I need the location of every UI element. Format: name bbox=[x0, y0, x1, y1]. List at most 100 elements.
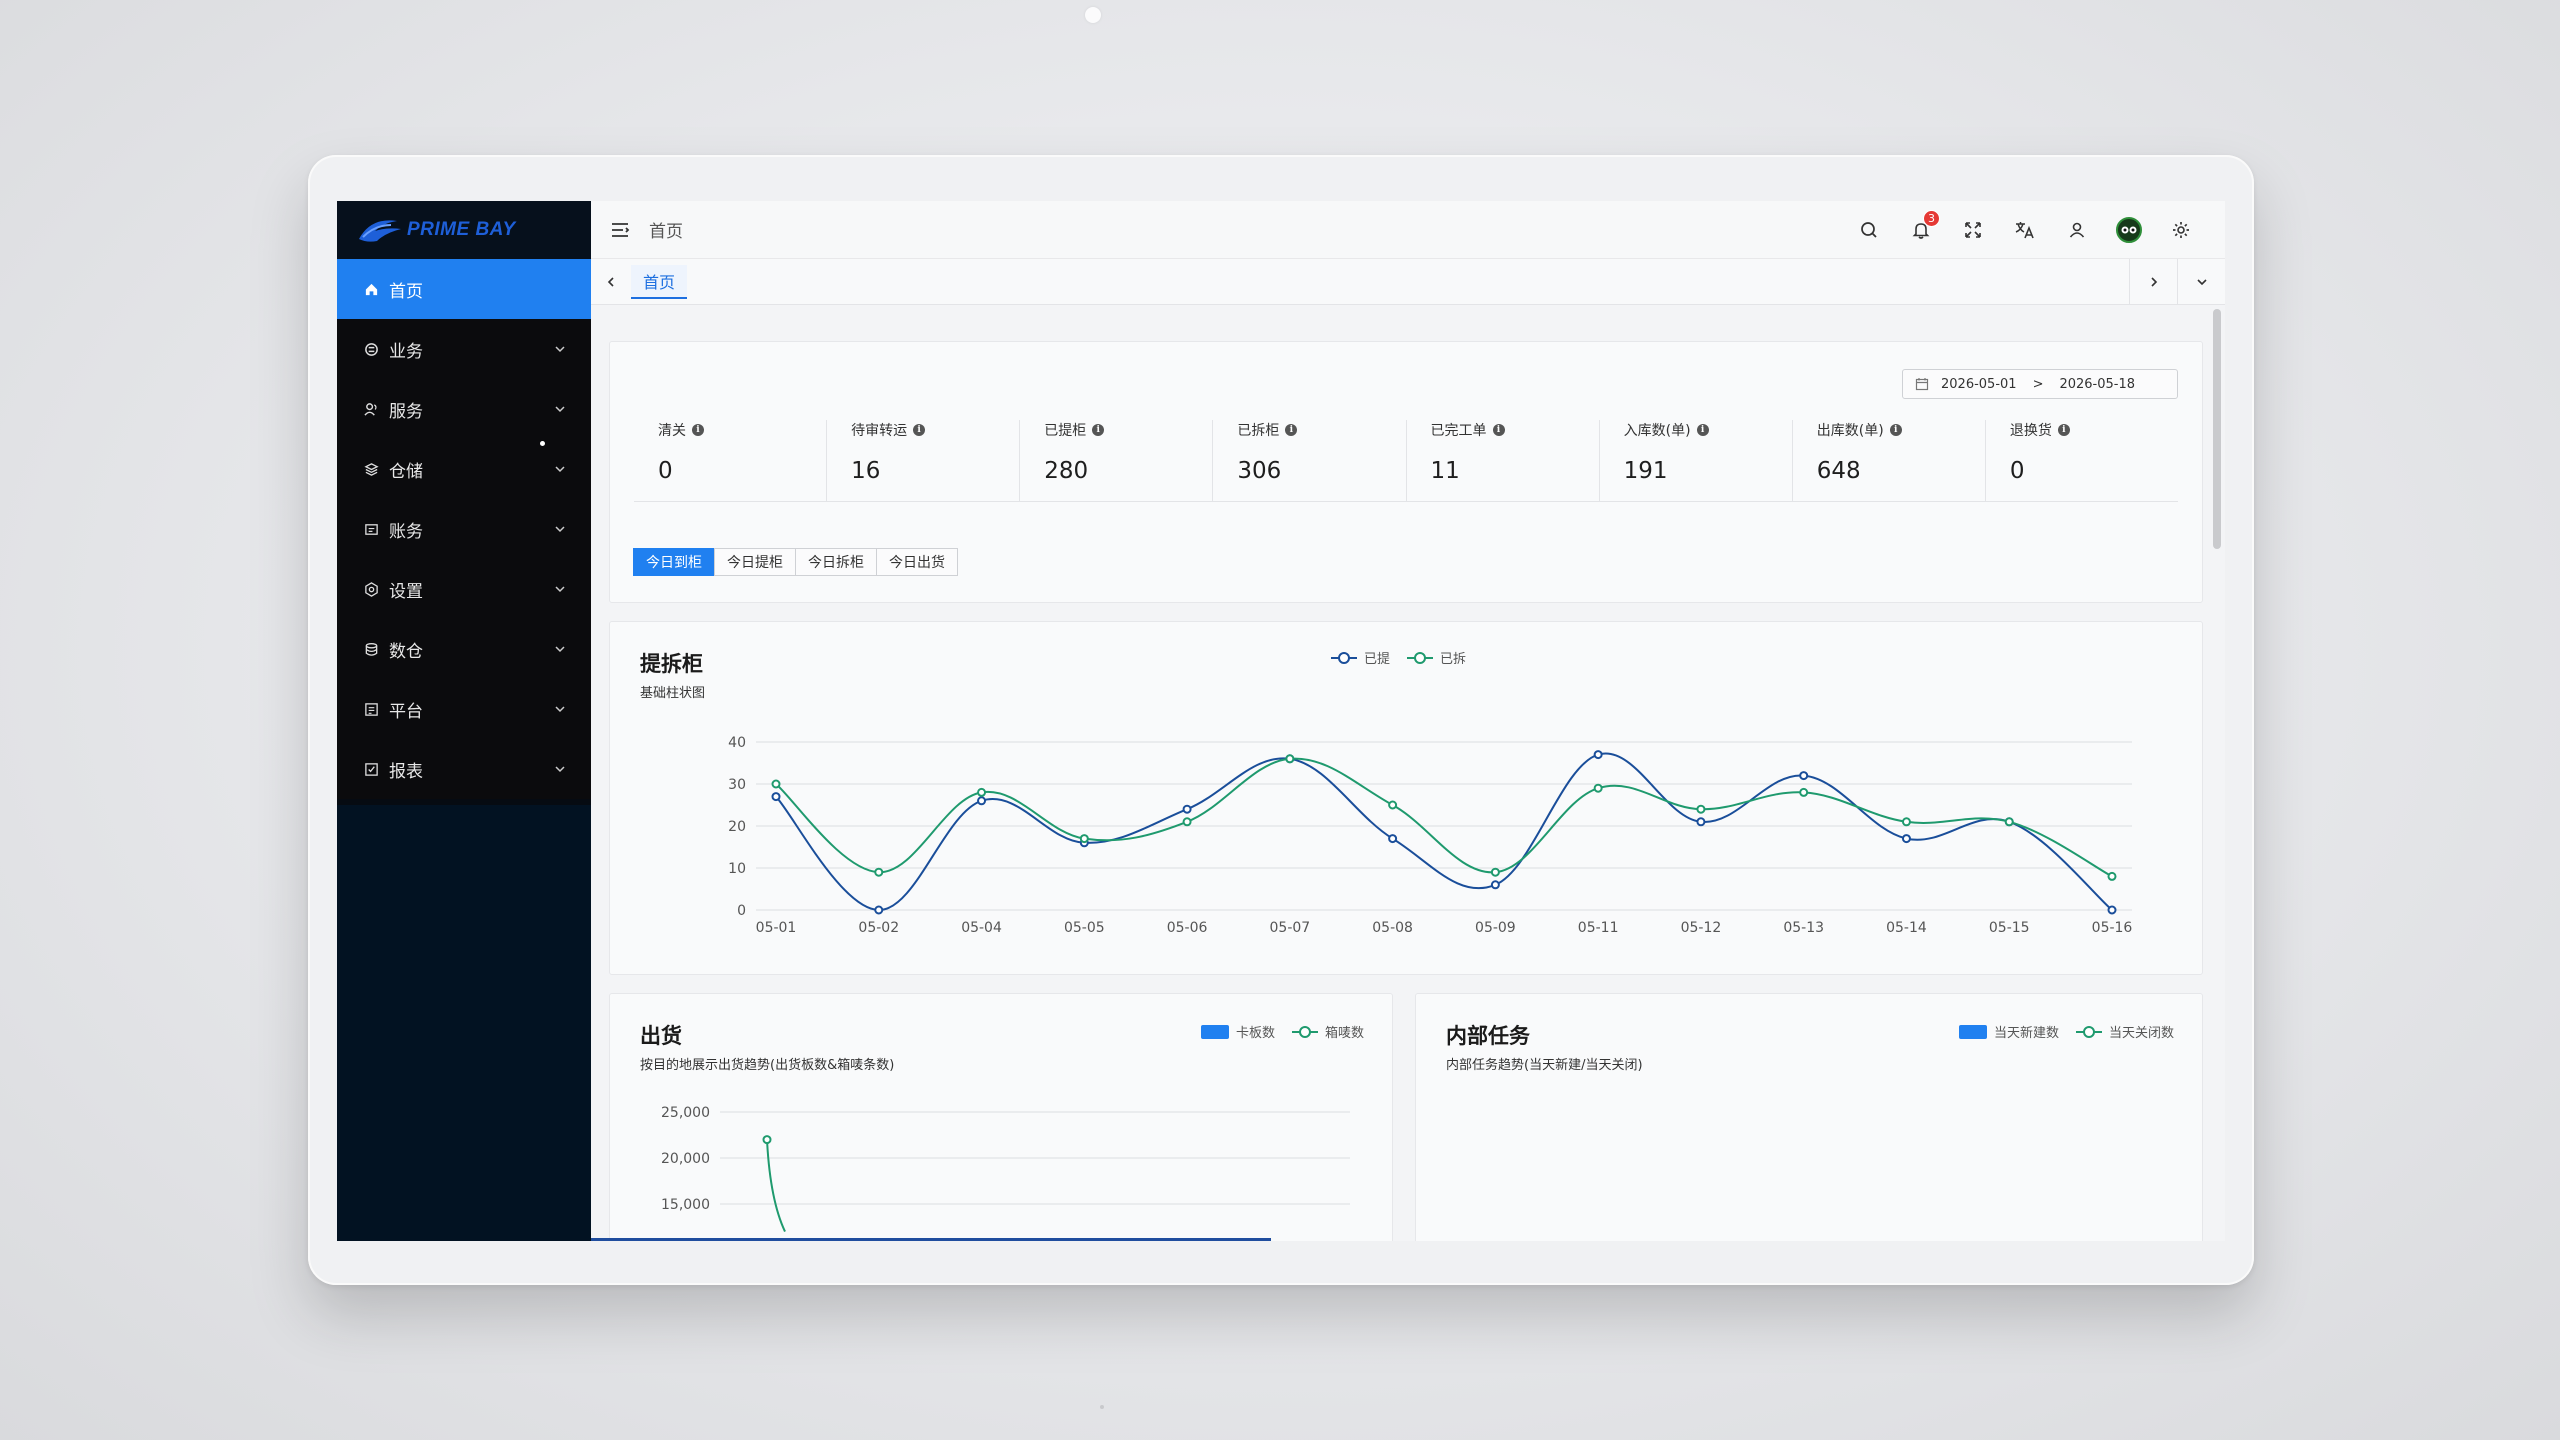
info-icon[interactable]: i bbox=[1492, 424, 1505, 436]
home-icon bbox=[363, 281, 379, 297]
data-point bbox=[874, 905, 884, 915]
data-point bbox=[1490, 880, 1500, 890]
menu-toggle-icon[interactable] bbox=[609, 219, 631, 241]
today-shipment-button[interactable]: 今日出货 bbox=[876, 548, 958, 576]
y-tick-label: 10 bbox=[728, 861, 746, 877]
stat-label: 待审转运 bbox=[851, 423, 908, 439]
settings-button[interactable] bbox=[2155, 220, 2207, 240]
sidebar-item-accounts[interactable]: 账务 bbox=[337, 499, 591, 559]
notifications-button[interactable]: 3 bbox=[1895, 209, 1947, 240]
tab-home[interactable]: 首页 bbox=[631, 264, 688, 299]
sidebar-item-label: 账务 bbox=[389, 521, 423, 542]
data-point bbox=[1593, 783, 1603, 793]
stat-value: 280 bbox=[1044, 458, 1089, 484]
info-icon[interactable]: i bbox=[1092, 424, 1105, 436]
series-line-已拆 bbox=[775, 757, 2113, 878]
user-button[interactable] bbox=[2051, 220, 2103, 240]
tabs-next-button[interactable] bbox=[2129, 259, 2177, 305]
data-point bbox=[1182, 817, 1192, 827]
search-button[interactable] bbox=[1843, 220, 1895, 240]
info-icon[interactable]: i bbox=[1889, 424, 1902, 436]
chart-subtitle: 内部任务趋势(当天新建/当天关闭) bbox=[1446, 1058, 1643, 1073]
sidebar-item-home[interactable]: 首页 bbox=[337, 259, 591, 319]
internal-tasks-chart-card: 内部任务 内部任务趋势(当天新建/当天关闭) 当天新建数 当天关闭数 bbox=[1415, 993, 2203, 1241]
gear-icon bbox=[2173, 221, 2189, 238]
chevron-down-icon bbox=[555, 466, 565, 473]
topbar-icons: 3 bbox=[1843, 209, 2207, 243]
today-arrival-button[interactable]: 今日到柜 bbox=[633, 548, 715, 576]
users-icon bbox=[363, 401, 379, 417]
tabs-menu-button[interactable] bbox=[2177, 259, 2225, 305]
today-filter-group: 今日到柜 今日提柜 今日拆柜 今日出货 bbox=[633, 548, 958, 576]
stat-label: 已完工单 bbox=[1430, 423, 1487, 439]
legend-bar-marker-icon bbox=[1958, 1024, 1987, 1039]
main-area: 首页 3 首页 2026-05-01 > 2026-05-18 清关 i 0 待… bbox=[591, 201, 2225, 1241]
sidebar-item-platform[interactable]: 平台 bbox=[337, 679, 591, 739]
sidebar-item-datawarehouse[interactable]: 数仓 bbox=[337, 619, 591, 679]
tabs-bar: 首页 bbox=[591, 259, 2225, 305]
legend-item[interactable]: 当天关闭数 bbox=[2075, 1022, 2174, 1041]
x-tick-label: 05-02 bbox=[858, 920, 899, 936]
vertical-scrollbar[interactable] bbox=[2213, 309, 2221, 549]
date-start: 2026-05-01 bbox=[1941, 376, 2017, 392]
stat-label: 清关 bbox=[658, 423, 686, 439]
sidebar-item-label: 平台 bbox=[389, 701, 423, 722]
info-icon[interactable]: i bbox=[1285, 424, 1298, 436]
platform-icon bbox=[363, 701, 379, 717]
legend-line-marker-icon bbox=[2075, 1025, 2102, 1038]
stat-value: 191 bbox=[1623, 458, 1668, 484]
dashboard-content: 2026-05-01 > 2026-05-18 清关 i 0 待审转运 i 16 已提柜… bbox=[591, 305, 2225, 1241]
device-sensor-dot bbox=[1100, 1405, 1104, 1409]
stat-item: 入库数(单) i 191 bbox=[1598, 420, 1792, 501]
report-icon bbox=[363, 761, 379, 777]
indicator-dot bbox=[540, 441, 545, 446]
tabs-controls bbox=[2129, 259, 2225, 305]
x-tick-label: 05-04 bbox=[961, 920, 1002, 936]
info-icon[interactable]: i bbox=[913, 424, 926, 436]
chevron-right-icon bbox=[2150, 277, 2157, 287]
data-point bbox=[1388, 800, 1398, 810]
y-tick-label: 40 bbox=[728, 735, 746, 751]
stat-item: 已提柜 i 280 bbox=[1019, 420, 1212, 501]
sidebar-item-reports[interactable]: 报表 bbox=[337, 739, 591, 799]
sidebar-item-settings[interactable]: 设置 bbox=[337, 559, 591, 619]
breadcrumb: 首页 bbox=[649, 222, 683, 242]
stat-value: 11 bbox=[1430, 458, 1460, 484]
sidebar-item-label: 业务 bbox=[389, 341, 423, 362]
today-pickup-button[interactable]: 今日提柜 bbox=[714, 548, 796, 576]
logo-mark-icon bbox=[359, 220, 401, 242]
data-point bbox=[1799, 771, 1809, 781]
x-tick-label: 05-14 bbox=[1886, 920, 1927, 936]
language-button[interactable] bbox=[1999, 220, 2051, 240]
logo[interactable]: PRIME BAY bbox=[337, 201, 591, 259]
date-end: 2026-05-18 bbox=[2059, 376, 2136, 392]
avatar-button[interactable] bbox=[2103, 216, 2155, 243]
notification-badge: 3 bbox=[1923, 209, 1940, 227]
sidebar-item-service[interactable]: 服务 bbox=[337, 379, 591, 439]
chevron-left-icon bbox=[607, 276, 614, 287]
stat-label: 已提柜 bbox=[1044, 423, 1087, 439]
stat-item: 出库数(单) i 648 bbox=[1791, 420, 1985, 501]
chevron-down-icon bbox=[555, 586, 565, 593]
info-icon[interactable]: i bbox=[2057, 424, 2070, 436]
tabs-prev-button[interactable] bbox=[591, 259, 631, 305]
business-icon bbox=[363, 341, 379, 357]
fullscreen-button[interactable] bbox=[1947, 220, 1999, 240]
legend-label: 当天关闭数 bbox=[2108, 1026, 2174, 1041]
chevron-down-icon bbox=[555, 766, 565, 773]
sidebar-item-label: 报表 bbox=[389, 761, 423, 782]
sidebar-item-business[interactable]: 业务 bbox=[337, 319, 591, 379]
data-point bbox=[771, 792, 781, 802]
pickup-unload-line-chart: 0 10 20 30 40 05-01 05-02 05-04 05-05 05-06 05-07 0… bbox=[728, 735, 2132, 936]
info-icon[interactable]: i bbox=[692, 424, 704, 436]
x-tick-label: 05-12 bbox=[1681, 920, 1722, 936]
search-icon bbox=[1861, 221, 1877, 238]
legend-item[interactable]: 当天新建数 bbox=[1958, 1022, 2059, 1041]
date-range-picker[interactable]: 2026-05-01 > 2026-05-18 bbox=[1902, 369, 2178, 399]
stat-item: 已拆柜 i 306 bbox=[1212, 420, 1405, 501]
info-icon[interactable]: i bbox=[1696, 424, 1709, 436]
sidebar-item-warehouse[interactable]: 仓储 bbox=[337, 439, 591, 499]
today-unload-button[interactable]: 今日拆柜 bbox=[795, 548, 877, 576]
data-point bbox=[1593, 750, 1603, 760]
data-point bbox=[1901, 834, 1911, 844]
